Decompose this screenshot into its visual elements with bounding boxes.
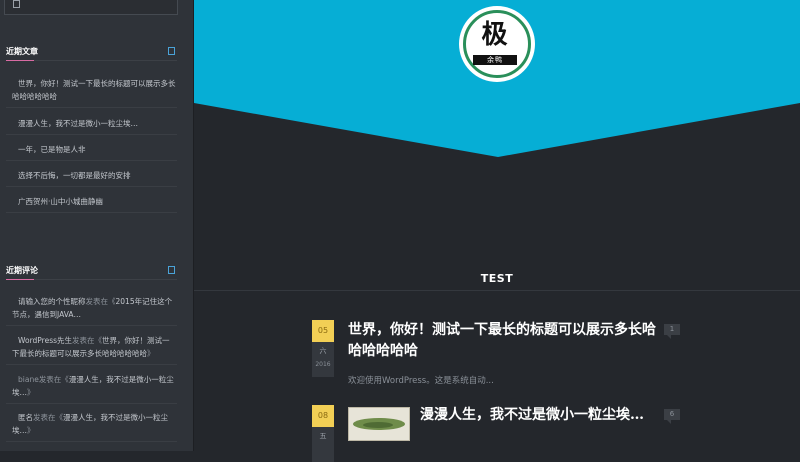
recent-post-title: 世界，你好！测试一下最长的标题可以展示多长哈哈哈哈哈哈 [12,79,176,101]
widget-toggle-icon[interactable] [168,47,175,55]
comment-author[interactable]: 匿名 [18,413,33,422]
search-icon[interactable] [13,0,20,8]
comment-count-badge[interactable]: 1 [664,324,680,339]
main-content: 极 余鸭 TEST 05 六 2016 世界，你好！测试一下最长的标题可以展示多… [194,0,800,462]
comment-author[interactable]: 请输入您的个性昵称 [18,297,86,306]
search-input[interactable] [4,0,178,15]
comment-on-text: 发表在《 [38,375,69,384]
recent-post-link[interactable]: 世界，你好！测试一下最长的标题可以展示多长哈哈哈哈哈哈 [6,77,177,108]
logo-glyph: 极 [481,20,507,50]
date-weekday: 五 [319,432,327,440]
comment-close-text: 》 [147,349,155,358]
recent-posts-title: 近期文章 [6,47,38,56]
comment-on-text: 发表在《 [72,336,103,345]
recent-post-link[interactable]: 漫漫人生，我不过是微小一粒尘埃… [6,117,177,135]
sidebar: 近期文章 世界，你好！测试一下最长的标题可以展示多长哈哈哈哈哈哈 漫漫人生，我不… [0,0,194,451]
comment-on-text: 发表在《 [33,413,63,422]
thumbnail-leaf-image [363,422,393,428]
section-title: TEST [480,272,514,285]
title-underline [6,60,34,61]
recent-posts-header: 近期文章 [6,45,177,65]
recent-comments-header: 近期评论 [6,264,177,284]
comment-close-text: 》 [27,426,35,435]
recent-post-title: 广西贺州·山中小城曲静幽 [18,197,103,206]
date-year: 2016 [315,361,331,368]
recent-comment-item: WordPress先生发表在《世界，你好！测试一下最长的标题可以展示多长哈哈哈哈… [6,334,177,365]
post-title-link[interactable]: 世界，你好！测试一下最长的标题可以展示多长哈哈哈哈哈哈 [348,320,658,362]
post-thumbnail[interactable] [348,407,410,441]
recent-post-link[interactable]: 选择不后悔，一切都是最好的安排 [6,169,177,187]
site-logo[interactable]: 极 余鸭 [459,6,535,82]
recent-comment-item: 匿名发表在《漫漫人生，我不过是微小一粒尘埃…》 [6,411,177,442]
date-badge: 08 五 [312,405,334,462]
recent-post-link[interactable]: 一年，已是物是人非 [6,143,177,161]
recent-post-title: 一年，已是物是人非 [18,145,86,154]
post-card: 05 六 2016 世界，你好！测试一下最长的标题可以展示多长哈哈哈哈哈哈 欢迎… [312,320,692,390]
post-card: 08 五 漫漫人生，我不过是微小一粒尘埃… 6 [312,405,692,462]
comment-author[interactable]: biane [18,375,39,384]
date-day: 05 [312,320,334,342]
comment-count-badge[interactable]: 6 [664,409,680,424]
widget-toggle-icon[interactable] [168,266,175,274]
date-badge: 05 六 2016 [312,320,334,377]
date-day: 08 [312,405,334,427]
recent-comment-item: 请输入您的个性昵称发表在《2015年记住这个节点，遇信到JAVA… [6,295,177,326]
divider [194,290,800,291]
recent-post-title: 选择不后悔，一切都是最好的安排 [18,171,131,180]
comment-close-text: 》 [27,388,35,397]
post-excerpt: 欢迎使用WordPress。这是系统自动... [348,376,494,386]
title-underline [6,279,34,280]
logo-subtitle: 余鸭 [473,55,517,65]
comment-on-text: 发表在《 [85,297,116,306]
recent-post-title: 漫漫人生，我不过是微小一粒尘埃… [18,119,138,128]
post-title-link[interactable]: 漫漫人生，我不过是微小一粒尘埃… [420,405,658,426]
date-weekday: 六 [319,347,327,355]
recent-comments-title: 近期评论 [6,266,38,275]
recent-comment-item: biane发表在《漫漫人生，我不过是微小一粒尘埃…》 [6,373,177,404]
comment-author[interactable]: WordPress先生 [18,336,72,345]
recent-post-link[interactable]: 广西贺州·山中小城曲静幽 [6,195,177,213]
